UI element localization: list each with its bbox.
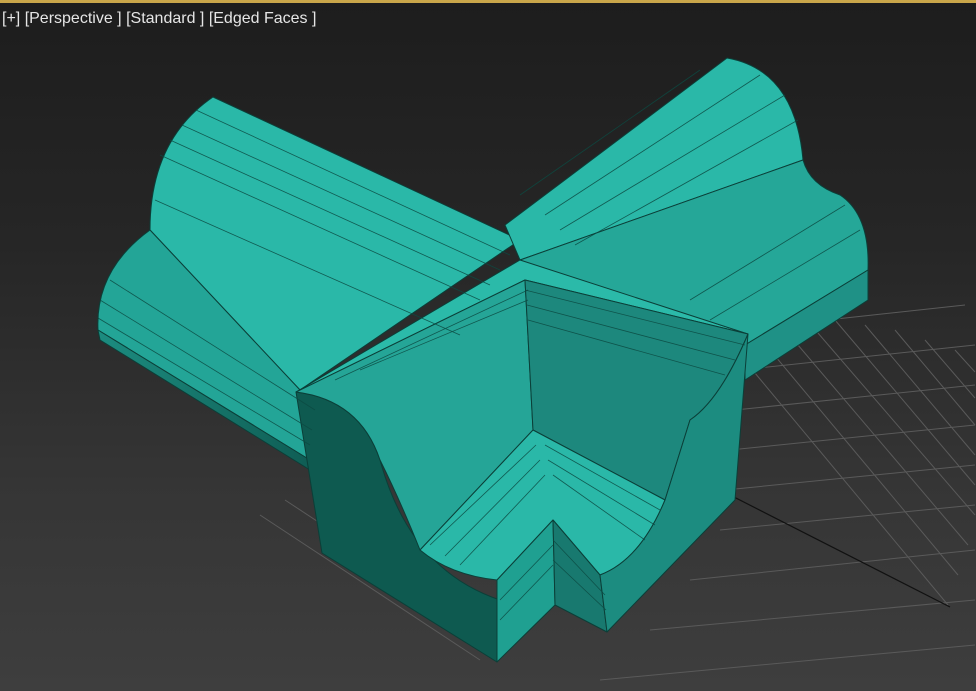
viewport-point-of-view-menu[interactable]: [Perspective ] bbox=[25, 10, 122, 27]
viewport-display-mode-menu[interactable]: [Edged Faces ] bbox=[209, 10, 317, 27]
sweep-mesh-object[interactable] bbox=[97, 57, 869, 663]
perspective-viewport[interactable]: [+] [Perspective ] [Standard ] [Edged Fa… bbox=[0, 0, 976, 691]
viewport-general-menu[interactable]: [+] bbox=[2, 10, 20, 27]
grid-axis-line bbox=[729, 494, 951, 608]
viewport-label-menu: [+] [Perspective ] [Standard ] [Edged Fa… bbox=[2, 10, 316, 28]
viewport-scene[interactable] bbox=[0, 0, 976, 691]
viewport-shading-menu[interactable]: [Standard ] bbox=[126, 10, 204, 27]
